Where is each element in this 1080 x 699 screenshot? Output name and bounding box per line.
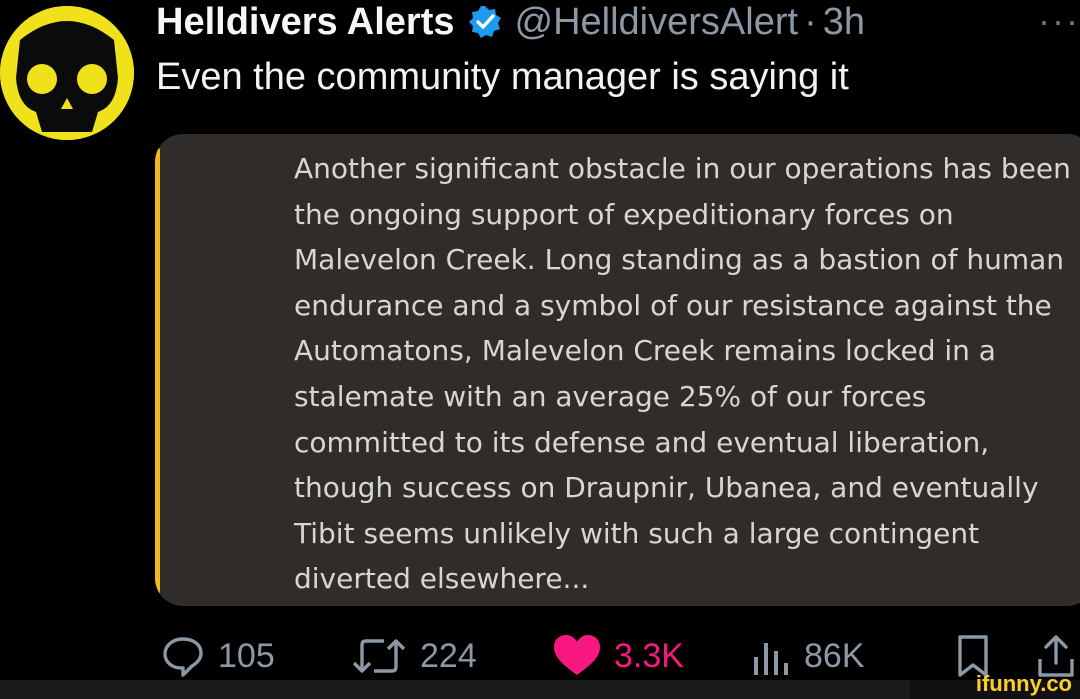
heart-icon xyxy=(554,635,600,675)
tweet-actions: 105 224 3.3K 86K xyxy=(0,628,1080,684)
separator-dot: · xyxy=(804,0,817,43)
views-icon xyxy=(754,643,788,675)
tweet-text: Even the community manager is saying it xyxy=(156,56,849,98)
reply-icon xyxy=(163,637,203,677)
footer-strip xyxy=(0,680,1080,699)
repost-count: 224 xyxy=(420,636,477,675)
like-button[interactable]: 3.3K xyxy=(552,628,684,684)
reply-button[interactable]: 105 xyxy=(160,628,275,684)
repost-button[interactable]: 224 xyxy=(350,628,477,684)
footer-bar xyxy=(0,680,910,699)
verified-badge-icon xyxy=(467,4,503,40)
ifunny-watermark: ifunny.co xyxy=(975,671,1072,696)
more-options-icon[interactable]: ··· xyxy=(1038,0,1080,42)
reply-count: 105 xyxy=(218,636,275,675)
author-name[interactable]: Helldivers Alerts xyxy=(156,1,455,44)
views-button[interactable]: 86K xyxy=(752,628,865,684)
quoted-image-card[interactable]: Another significant obstacle in our oper… xyxy=(155,134,1080,606)
skull-icon xyxy=(0,6,134,140)
post-timestamp[interactable]: 3h xyxy=(823,1,865,44)
like-count: 3.3K xyxy=(614,636,684,675)
tweet-header: Helldivers Alerts @HelldiversAlert · 3h xyxy=(156,0,1080,46)
quoted-text: Another significant obstacle in our oper… xyxy=(294,152,1071,596)
quote-accent-bar xyxy=(155,148,160,594)
views-count: 86K xyxy=(804,636,865,675)
repost-icon xyxy=(352,639,406,673)
profile-avatar[interactable] xyxy=(0,6,134,140)
author-handle[interactable]: @HelldiversAlert xyxy=(515,1,799,44)
